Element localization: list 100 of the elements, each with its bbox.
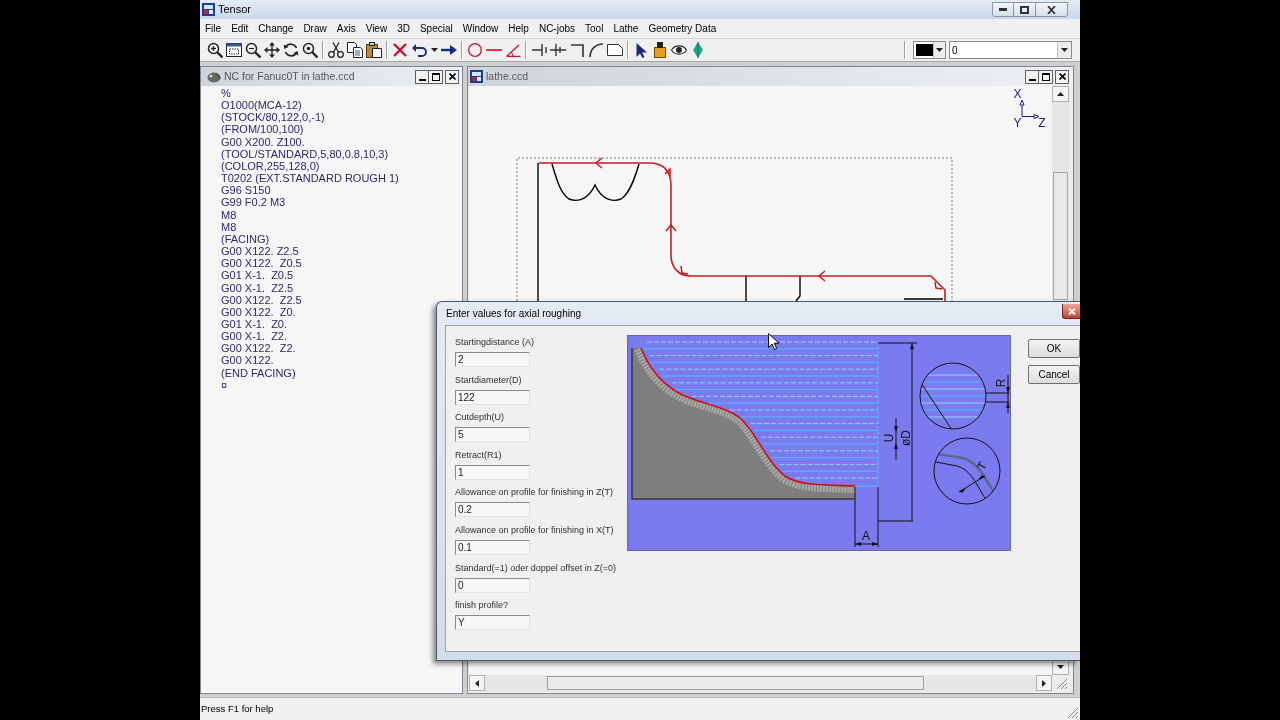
corner-icon[interactable] (570, 43, 584, 57)
scroll-up-button[interactable] (1052, 86, 1069, 102)
status-text: Press F1 for help (200, 701, 274, 716)
code-line: O1000(MCA-12) (221, 99, 302, 112)
code-line: G00 X122. Z2.5 (221, 293, 302, 306)
input-field[interactable]: Y (455, 615, 530, 631)
tool-holder-icon[interactable] (654, 42, 666, 58)
menu-item[interactable]: Draw (298, 19, 332, 38)
tee-lines-icon[interactable] (531, 44, 547, 56)
menu-item[interactable]: Change (253, 19, 299, 38)
input-field[interactable]: 0 (455, 577, 530, 593)
contour-line (903, 298, 944, 300)
window-frame-icon[interactable] (226, 42, 242, 58)
dimension-label: T (974, 459, 990, 473)
caret-down-icon (1061, 48, 1068, 52)
move-arrows-icon[interactable] (264, 42, 280, 58)
close-button[interactable] (1036, 2, 1068, 17)
field-label: Standard(=1) oder doppel offset in Z(=0) (455, 561, 616, 574)
menu-item[interactable]: View (360, 19, 393, 38)
field-label: Cutdepth(U) (455, 411, 505, 424)
app-icon (202, 3, 215, 16)
dimension-label: U (882, 433, 896, 443)
maximize-icon (1020, 5, 1029, 14)
arrow-right-icon[interactable] (441, 45, 457, 55)
copy-icon[interactable] (347, 42, 363, 58)
input-field[interactable]: 2 (455, 352, 530, 367)
resize-grip-icon[interactable] (1057, 679, 1067, 689)
code-line: M8 (221, 220, 237, 233)
circle-icon[interactable] (468, 43, 482, 57)
dimension-label: R (994, 378, 1008, 388)
rotate-arrows-icon[interactable] (283, 42, 299, 58)
cancel-button[interactable]: Cancel (1028, 365, 1080, 384)
input-field[interactable]: 1 (455, 464, 530, 480)
paste-icon[interactable] (366, 42, 382, 58)
menu-item[interactable]: Help (503, 19, 534, 38)
menu-item[interactable]: File (200, 19, 227, 38)
pointer-icon[interactable] (635, 42, 647, 58)
code-line: G01 X-1. Z0.5 (221, 269, 294, 282)
code-line: G00 X-1. Z2.5 (221, 281, 294, 294)
caret-down-icon[interactable] (430, 48, 438, 52)
cross-icon[interactable] (393, 43, 407, 57)
minimize-button[interactable] (992, 2, 1014, 17)
input-field[interactable]: 0.2 (455, 502, 530, 518)
code-line: G00 X200. Z100. (221, 135, 305, 148)
scrollbar-thumb[interactable] (547, 676, 924, 690)
menu-item[interactable]: Axis (331, 19, 361, 38)
menu-item[interactable]: NC-jobs (533, 19, 581, 38)
menu-item[interactable]: 3D (392, 19, 415, 38)
close-button[interactable] (1062, 304, 1080, 319)
zoom-out-icon[interactable] (245, 42, 261, 58)
scroll-right-button[interactable] (1036, 675, 1052, 691)
color-dropdown[interactable] (913, 41, 946, 59)
maximize-button[interactable] (429, 69, 443, 84)
dimension-label: A (862, 529, 870, 543)
scrollbar-thumb[interactable] (1053, 172, 1068, 300)
code-line: G99 F0.2 M3 (221, 196, 286, 209)
window-title: Tensor (218, 3, 252, 16)
angle-icon[interactable] (505, 43, 521, 57)
magnifier-icon[interactable] (302, 42, 318, 58)
cross-lines-icon[interactable] (550, 44, 566, 56)
code-line: G00 X122. Z2. (221, 342, 296, 355)
menu-item[interactable]: Special (414, 19, 458, 38)
menu-item[interactable]: Geometry Data (643, 19, 722, 38)
arc-icon[interactable] (589, 43, 603, 57)
minimize-button[interactable] (1025, 69, 1039, 84)
scissors-icon[interactable] (328, 42, 344, 58)
maximize-button[interactable] (1039, 69, 1053, 84)
input-field[interactable]: 0.1 (455, 539, 530, 555)
minimize-icon (999, 8, 1007, 11)
caret-down-icon (1057, 665, 1064, 669)
eye-icon[interactable] (671, 45, 687, 55)
close-icon (448, 73, 456, 80)
zoom-in-icon[interactable] (207, 42, 223, 58)
input-field[interactable]: 5 (455, 427, 530, 443)
diamond-icon[interactable] (693, 42, 703, 58)
layer-dropdown[interactable]: 0 (949, 41, 1072, 59)
field-label: Retract(R1) (455, 448, 502, 461)
menu-item[interactable]: Lathe (608, 19, 644, 38)
minimize-button[interactable] (415, 69, 429, 84)
axis-arrows-icon (1019, 99, 1040, 119)
maximize-button[interactable] (1014, 2, 1036, 17)
caret-left-icon (475, 679, 479, 687)
close-button[interactable] (445, 69, 459, 84)
undo-icon[interactable] (411, 43, 427, 57)
close-button[interactable] (1055, 69, 1069, 84)
field-label: Allowance on profile for finishing in Z(T) (455, 486, 614, 499)
menu-item[interactable]: Edit (226, 19, 254, 38)
minimize-icon (418, 78, 426, 81)
menu-item[interactable]: Tool (580, 19, 609, 38)
code-line: M8 (221, 208, 237, 221)
horizontal-scrollbar[interactable] (469, 675, 1052, 691)
resize-grip-icon[interactable] (1068, 708, 1078, 718)
ok-button[interactable]: OK (1028, 339, 1080, 358)
axis-label: X (1013, 87, 1022, 101)
code-line: G00 X122. (221, 354, 274, 367)
input-field[interactable]: 122 (455, 389, 530, 405)
close-icon (1067, 307, 1076, 315)
axis-label: Z (1038, 116, 1046, 130)
scroll-left-button[interactable] (469, 675, 485, 691)
menu-item[interactable]: Window (457, 19, 504, 38)
